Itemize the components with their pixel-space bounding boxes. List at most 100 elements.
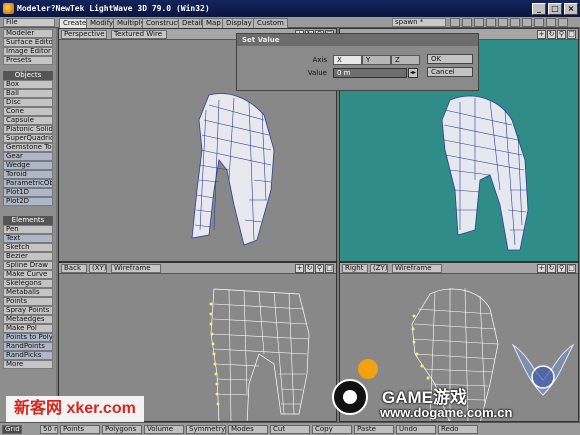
- layer-button[interactable]: [558, 18, 568, 27]
- tool-parametricobj[interactable]: ParametricObj: [3, 179, 53, 188]
- view-type-select[interactable]: Back: [61, 264, 87, 273]
- maximize-view-icon[interactable]: □: [325, 264, 334, 273]
- minimize-button[interactable]: _: [532, 2, 546, 15]
- wings-emblem-icon: [511, 343, 575, 396]
- surface-editor-button[interactable]: Surface Editor: [3, 38, 53, 47]
- polygons-mode-button[interactable]: Polygons: [102, 425, 142, 434]
- rotate-view-icon[interactable]: ↻: [547, 30, 556, 39]
- tool-points-to-polys[interactable]: Points to Polys: [3, 333, 53, 342]
- tool-sketch[interactable]: Sketch: [3, 243, 53, 252]
- render-mode-select[interactable]: Textured Wire: [111, 30, 167, 39]
- volume-mode-button[interactable]: Volume: [144, 425, 184, 434]
- presets-button[interactable]: Presets: [3, 56, 53, 65]
- tool-make-curve[interactable]: Make Curve: [3, 270, 53, 279]
- maximize-button[interactable]: □: [548, 2, 562, 15]
- rotate-view-icon[interactable]: ↻: [547, 264, 556, 273]
- undo-button[interactable]: Undo: [396, 425, 436, 434]
- viewport-header: Back (XY) Wireframe + ↻ ⚲ □: [59, 263, 336, 274]
- layer-button[interactable]: [462, 18, 472, 27]
- tool-make-pol[interactable]: Make Pol: [3, 324, 53, 333]
- tool-box[interactable]: Box: [3, 80, 53, 89]
- viewport-header: Right (ZY) Wireframe + ↻ ⚲ □: [340, 263, 578, 274]
- tool-skelegons[interactable]: Skelegons: [3, 279, 53, 288]
- axis-y-button[interactable]: Y: [362, 55, 391, 65]
- tool-disc[interactable]: Disc: [3, 98, 53, 107]
- axis-select[interactable]: (XY): [89, 264, 107, 273]
- close-button[interactable]: ×: [564, 2, 578, 15]
- zoom-view-icon[interactable]: ⚲: [557, 30, 566, 39]
- layer-button[interactable]: [498, 18, 508, 27]
- ok-button[interactable]: OK: [427, 54, 473, 64]
- value-stepper-icon[interactable]: ◂▸: [408, 68, 418, 78]
- tool-wedge[interactable]: Wedge: [3, 161, 53, 170]
- more-menu[interactable]: More: [3, 360, 53, 369]
- tool-spray-points[interactable]: Spray Points: [3, 306, 53, 315]
- layer-button[interactable]: [522, 18, 532, 27]
- tool-toroid[interactable]: Toroid: [3, 170, 53, 179]
- value-input[interactable]: 0 m: [333, 68, 407, 78]
- window-title: Modeler?NewTek LightWave 3D 79.0 (Win32): [17, 4, 210, 13]
- move-view-icon[interactable]: +: [537, 30, 546, 39]
- image-editor-button[interactable]: Image Editor: [3, 47, 53, 56]
- maximize-view-icon[interactable]: □: [567, 264, 576, 273]
- tool-gear[interactable]: Gear: [3, 152, 53, 161]
- symmetry-toggle[interactable]: Symmetry: [186, 425, 226, 434]
- watermark-dogame-url: www.dogame.com.cn: [380, 405, 513, 420]
- file-menu[interactable]: File: [3, 18, 55, 27]
- axis-select[interactable]: (ZY): [370, 264, 388, 273]
- maximize-view-icon[interactable]: □: [567, 30, 576, 39]
- tool-bezier[interactable]: Bezier: [3, 252, 53, 261]
- tool-points[interactable]: Points: [3, 297, 53, 306]
- axis-z-button[interactable]: Z: [391, 55, 420, 65]
- object-selector[interactable]: spawn *: [392, 18, 446, 27]
- tool-gemstone[interactable]: Gemstone Tool: [3, 143, 53, 152]
- render-mode-select[interactable]: Wireframe: [111, 264, 161, 273]
- tab-display[interactable]: Display: [222, 18, 256, 28]
- rotate-view-icon[interactable]: ↻: [305, 264, 314, 273]
- view-type-select[interactable]: Right: [342, 264, 368, 273]
- tool-capsule[interactable]: Capsule: [3, 116, 53, 125]
- tool-randpicks[interactable]: RandPicks: [3, 351, 53, 360]
- zoom-view-icon[interactable]: ⚲: [315, 264, 324, 273]
- layer-button[interactable]: [510, 18, 520, 27]
- watermark-xker: 新客网 xker.com: [6, 396, 144, 422]
- move-view-icon[interactable]: +: [295, 264, 304, 273]
- redo-button[interactable]: Redo: [438, 425, 478, 434]
- axis-x-button[interactable]: X: [333, 55, 362, 65]
- top-toolbar: File Create Modify Multiply Construct De…: [0, 17, 580, 28]
- layer-button[interactable]: [474, 18, 484, 27]
- tool-plot1d[interactable]: Plot1D: [3, 188, 53, 197]
- tool-text[interactable]: Text: [3, 234, 53, 243]
- layer-button[interactable]: [534, 18, 544, 27]
- tool-spline-draw[interactable]: Spline Draw: [3, 261, 53, 270]
- zoom-view-icon[interactable]: ⚲: [557, 264, 566, 273]
- layer-button[interactable]: [486, 18, 496, 27]
- tab-custom[interactable]: Custom: [253, 18, 288, 28]
- layer-button[interactable]: [450, 18, 460, 27]
- tool-ball[interactable]: Ball: [3, 89, 53, 98]
- modes-menu[interactable]: Modes: [228, 425, 268, 434]
- layer-button[interactable]: [546, 18, 556, 27]
- move-view-icon[interactable]: +: [537, 264, 546, 273]
- paste-button[interactable]: Paste: [354, 425, 394, 434]
- tool-pen[interactable]: Pen: [3, 225, 53, 234]
- tool-metaedges[interactable]: Metaedges: [3, 315, 53, 324]
- modeler-menu[interactable]: Modeler: [3, 29, 53, 38]
- copy-button[interactable]: Copy: [312, 425, 352, 434]
- tool-platonic-solid[interactable]: Platonic Solid: [3, 125, 53, 134]
- dogame-logo-icon: [332, 359, 378, 415]
- tool-plot2d[interactable]: Plot2D: [3, 197, 53, 206]
- cancel-button[interactable]: Cancel: [427, 67, 473, 77]
- points-mode-button[interactable]: Points: [60, 425, 100, 434]
- render-mode-select[interactable]: Wireframe: [392, 264, 442, 273]
- app-icon: [3, 3, 14, 14]
- cut-button[interactable]: Cut: [270, 425, 310, 434]
- set-value-dialog: Set Value Axis X Y Z Value 0 m ◂▸ OK Can…: [236, 33, 479, 91]
- tool-metaballs[interactable]: Metaballs: [3, 288, 53, 297]
- tool-cone[interactable]: Cone: [3, 107, 53, 116]
- value-label: Value: [307, 69, 327, 77]
- view-type-select[interactable]: Perspective: [61, 30, 107, 39]
- tool-superquadric[interactable]: SuperQuadric: [3, 134, 53, 143]
- tool-randpoints[interactable]: RandPoints: [3, 342, 53, 351]
- elements-header: Elements: [3, 216, 53, 225]
